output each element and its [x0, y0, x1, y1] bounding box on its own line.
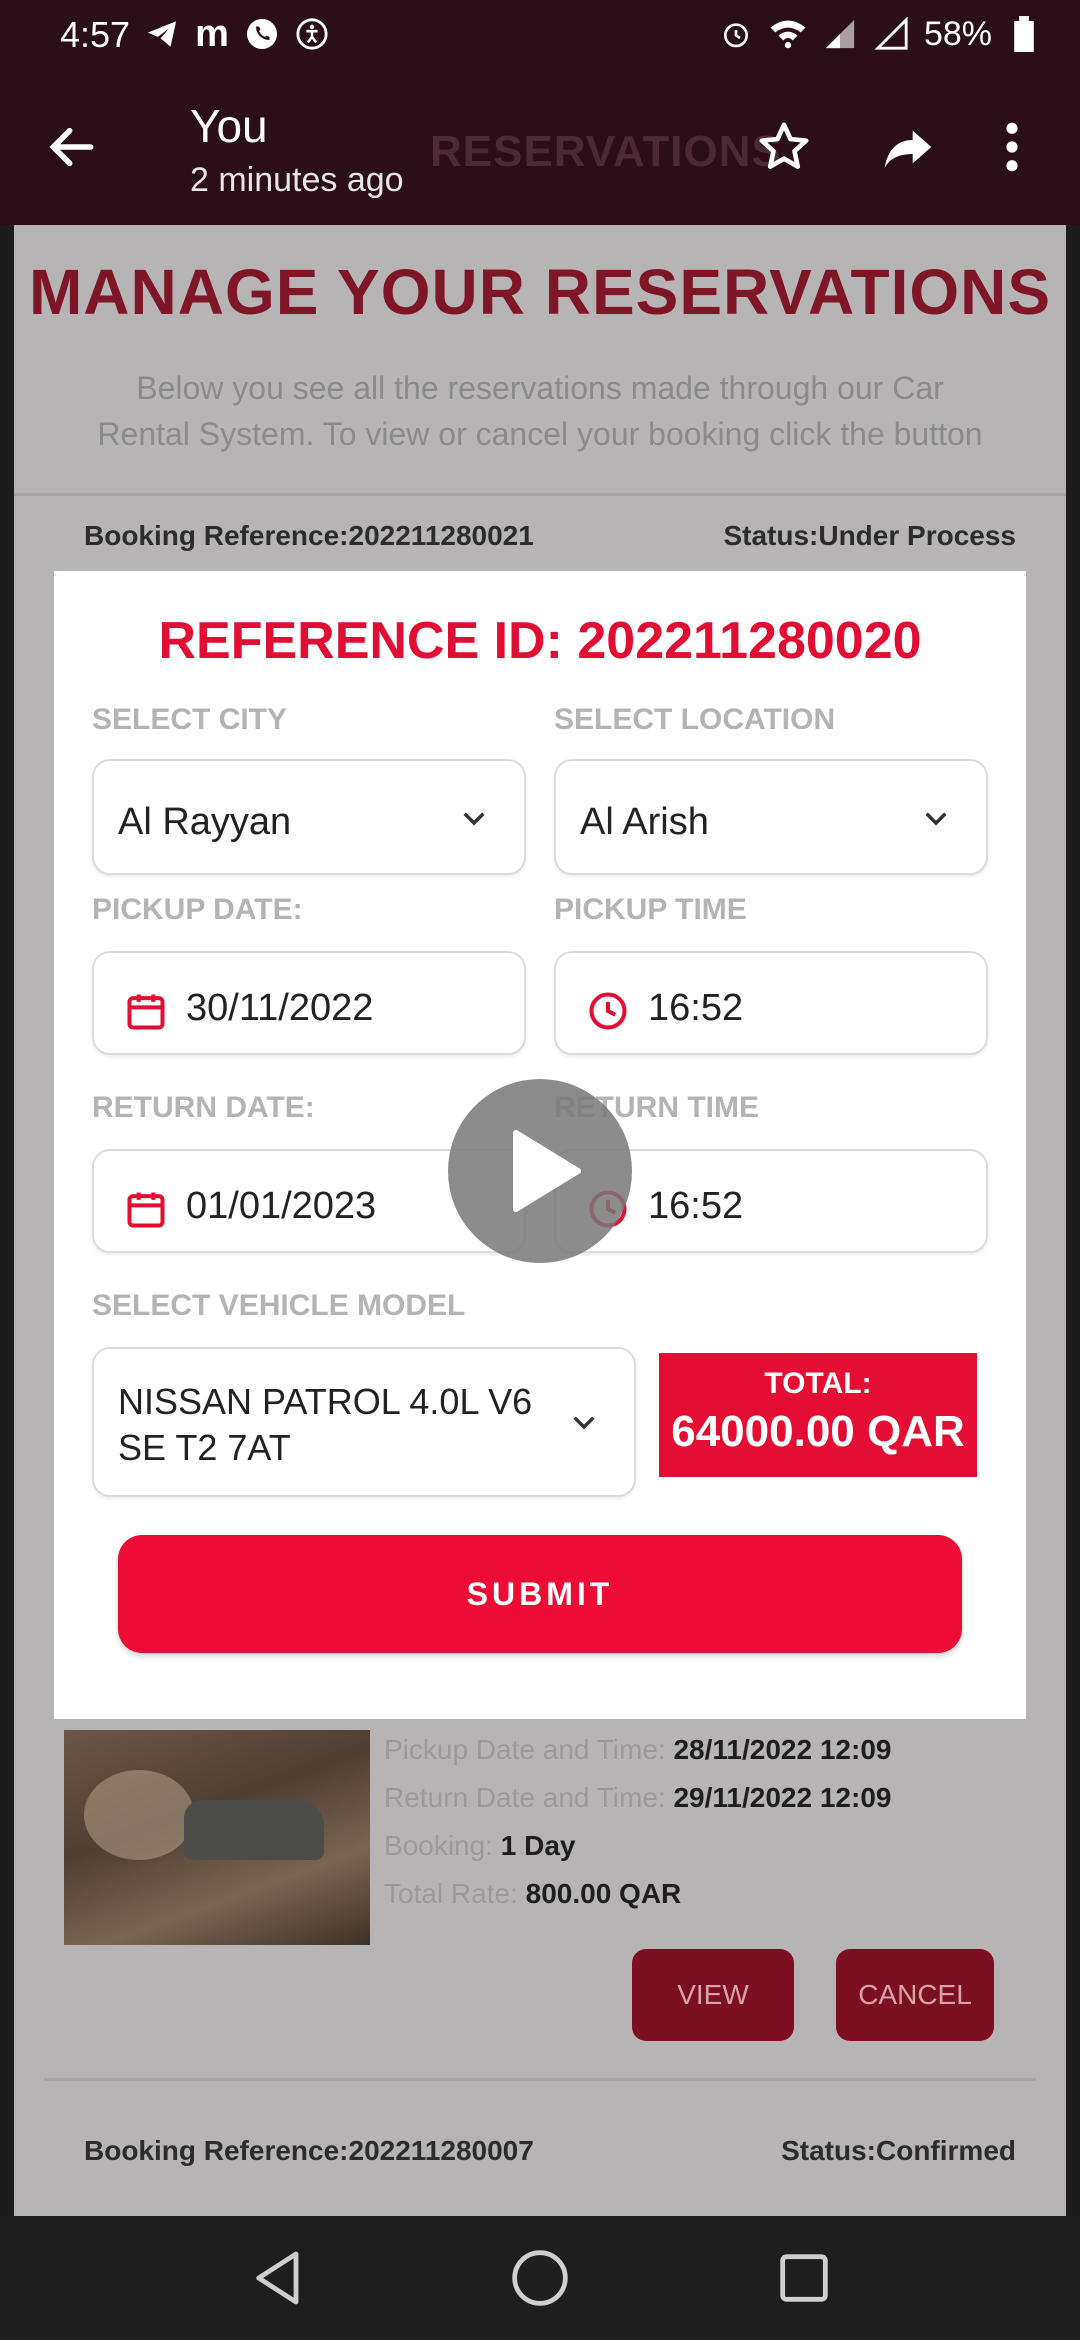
status-bar: 4:57 m 58% [0, 0, 1080, 75]
view-button[interactable]: VIEW [632, 1949, 794, 2041]
pickup-date-field[interactable]: 30/11/2022 [92, 951, 526, 1055]
return-time-value: 16:52 [648, 1185, 744, 1227]
booking-reference: Booking Reference:202211280021 [84, 520, 534, 551]
battery-percent: 58% [923, 14, 992, 53]
signal-icon-2 [872, 14, 912, 54]
star-icon[interactable] [756, 119, 816, 179]
location-label: SELECT LOCATION [554, 703, 836, 736]
vehicle-model-label: SELECT VEHICLE MODEL [92, 1289, 466, 1322]
total-price-box: TOTAL: 64000.00 QAR [659, 1353, 977, 1477]
recents-nav-icon[interactable] [772, 2246, 836, 2310]
location-select[interactable]: Al Arish [554, 759, 988, 875]
total-rate: Total Rate: 800.00 QAR [384, 1878, 682, 1909]
return-date-value: 01/01/2023 [186, 1185, 377, 1227]
pickup-time-field[interactable]: 16:52 [554, 951, 988, 1055]
submit-button[interactable]: SUBMIT [118, 1535, 962, 1653]
page-description: Below you see all the reservations made … [97, 370, 983, 452]
pickup-date-label: PICKUP DATE: [92, 893, 303, 926]
city-select[interactable]: Al Rayyan [92, 759, 526, 875]
accessibility-icon [292, 14, 332, 54]
vehicle-model-select[interactable]: NISSAN PATROL 4.0L V6 SE T2 7AT [92, 1347, 636, 1497]
messenger-m-icon: m [195, 12, 229, 55]
telegram-icon [142, 14, 182, 54]
booking-duration: Booking: 1 Day [384, 1830, 576, 1861]
booking-status: Status:Confirmed [781, 2135, 1016, 2166]
app-bar: RESERVATIONS You 2 minutes ago [0, 75, 1080, 225]
page-heading: MANAGE YOUR RESERVATIONS [28, 256, 1052, 328]
city-label: SELECT CITY [92, 703, 288, 736]
divider [44, 2078, 1036, 2081]
return-date-label: RETURN DATE: [92, 1091, 315, 1124]
pickup-date-value: 30/11/2022 [186, 987, 374, 1029]
status-time: 4:57 [60, 14, 131, 55]
calendar-icon [124, 1187, 168, 1231]
divider [14, 493, 1066, 496]
play-video-button[interactable] [448, 1079, 632, 1263]
total-label: TOTAL: [764, 1367, 872, 1400]
total-value: 64000.00 QAR [671, 1407, 965, 1456]
chevron-down-icon [568, 1407, 600, 1439]
background-page-title: RESERVATIONS [430, 127, 782, 176]
location-value: Al Arish [580, 801, 709, 843]
alarm-icon [716, 14, 756, 54]
pickup-time-label: PICKUP TIME [554, 893, 747, 926]
vehicle-model-value: NISSAN PATROL 4.0L V6 SE T2 7AT [118, 1381, 533, 1468]
car-image [64, 1730, 370, 1945]
whatsapp-icon [242, 14, 282, 54]
sender-name: You [190, 100, 268, 152]
booking-header-2: Booking Reference:202211280007 Status:Co… [84, 2135, 1016, 2167]
play-icon [513, 1130, 581, 1212]
booking-header-1: Booking Reference:202211280021 Status:Un… [84, 520, 1016, 552]
reference-id-title: REFERENCE ID: 202211280020 [158, 612, 922, 670]
pickup-time-value: 16:52 [648, 987, 744, 1029]
system-nav-bar [0, 2216, 1080, 2340]
city-value: Al Rayyan [118, 801, 292, 843]
chevron-down-icon [458, 803, 490, 835]
wifi-icon [768, 14, 808, 54]
more-options-icon[interactable] [1000, 119, 1060, 179]
pickup-detail: Pickup Date and Time: 28/11/2022 12:09 [384, 1734, 892, 1765]
cancel-button[interactable]: CANCEL [836, 1949, 994, 2041]
booking-status: Status:Under Process [723, 520, 1016, 551]
calendar-icon [124, 989, 168, 1033]
back-nav-icon[interactable] [248, 2246, 312, 2310]
return-detail: Return Date and Time: 29/11/2022 12:09 [384, 1782, 892, 1813]
back-arrow-icon[interactable] [44, 119, 104, 179]
battery-icon [1004, 14, 1044, 54]
forward-share-icon[interactable] [880, 119, 940, 179]
home-nav-icon[interactable] [508, 2246, 572, 2310]
clock-icon [586, 989, 630, 1033]
booking-reference: Booking Reference:202211280007 [84, 2135, 534, 2166]
sent-time: 2 minutes ago [190, 161, 404, 199]
chevron-down-icon [920, 803, 952, 835]
signal-icon [820, 14, 860, 54]
